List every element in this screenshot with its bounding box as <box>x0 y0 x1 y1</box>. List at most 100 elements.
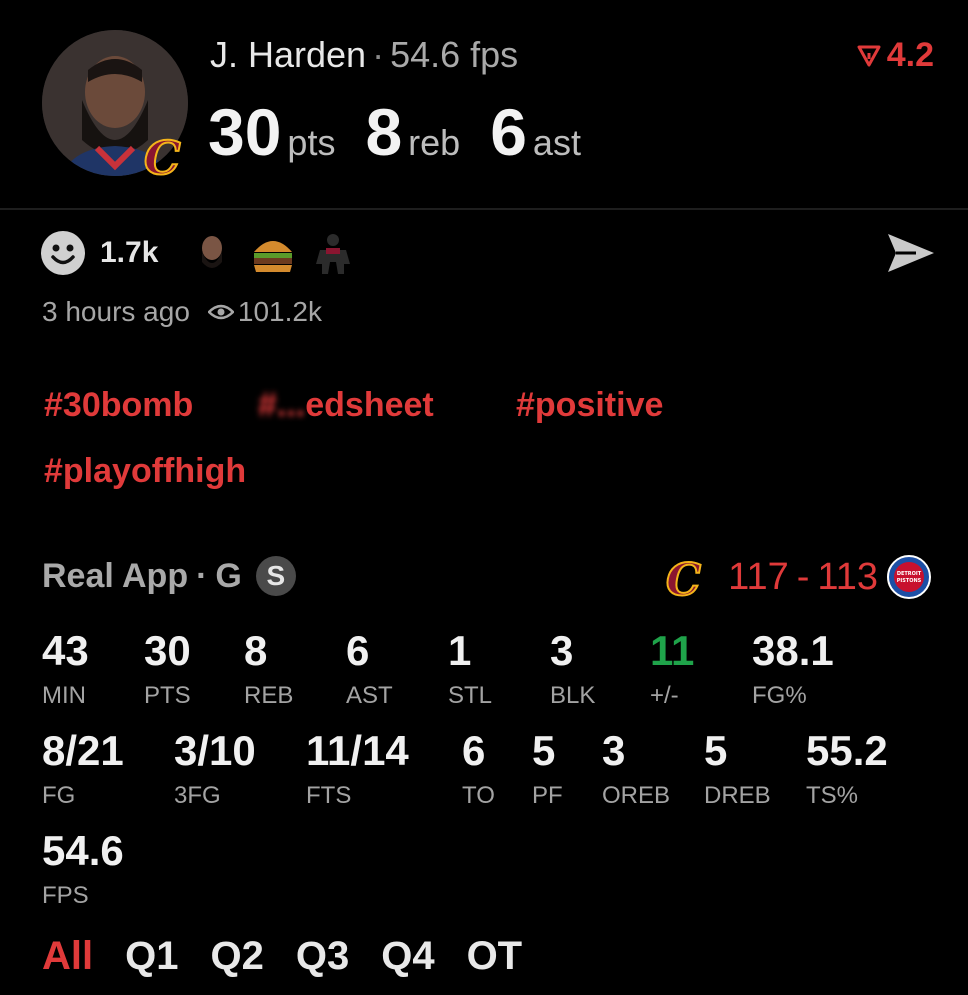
tab-ot[interactable]: OT <box>467 934 523 979</box>
stat-label: FTS <box>306 782 352 809</box>
stat-value: 1 <box>448 627 472 674</box>
stat-value: 55.2 <box>806 727 888 774</box>
stat-value: 30 <box>144 627 191 674</box>
stat-value: 8 <box>244 627 268 674</box>
stat-3fg: 3/10 3FG <box>174 730 256 810</box>
rating-badge[interactable]: 4.2 <box>857 36 934 75</box>
tab-q4[interactable]: Q4 <box>381 934 434 979</box>
stat-oreb: 3 OREB <box>602 730 670 810</box>
rating-value: 4.2 <box>886 36 934 74</box>
view-count-value: 101.2k <box>237 296 322 327</box>
stat-value: 38.1 <box>752 627 834 674</box>
player-name-line: J. Harden · 54.6 fps <box>210 34 518 76</box>
stat-value: 11 <box>650 627 695 674</box>
reactions-bar: 1.7k <box>40 230 356 276</box>
stat-fps: 54.6 FPS <box>42 830 124 910</box>
tab-q2[interactable]: Q2 <box>210 934 263 979</box>
player-fps: 54.6 fps <box>390 34 519 75</box>
game-summary: Real App · G S C 117-113 DETROIT PISTONS <box>42 554 932 604</box>
stat-label: +/- <box>650 682 679 709</box>
game-score[interactable]: C 117-113 DETROIT PISTONS <box>664 554 932 600</box>
view-count: 101.2k <box>207 296 322 328</box>
statline-points-unit: pts <box>287 122 336 163</box>
stat-plus-minus: 11 +/- <box>650 630 694 710</box>
stat-value: 5 <box>532 727 556 774</box>
pistons-logo-icon: DETROIT PISTONS <box>887 555 931 599</box>
stat-label: STL <box>448 682 493 709</box>
post-meta: 3 hours ago 101.2k <box>42 296 322 328</box>
stat-value: 6 <box>346 627 370 674</box>
stat-label: BLK <box>550 682 596 709</box>
stat-ts-pct: 55.2 TS% <box>806 730 888 810</box>
stat-label: TO <box>462 782 495 809</box>
name-separator: · <box>372 34 385 75</box>
player-emoji-icon[interactable] <box>190 230 236 276</box>
player-header: C J. Harden · 54.6 fps 30 pts 8 reb 6 ast 4.2 <box>0 0 968 210</box>
score-dash: - <box>796 555 810 598</box>
stat-label: OREB <box>602 782 671 809</box>
stat-reb: 8 REB <box>244 630 293 710</box>
opponent-score: 113 <box>817 555 878 598</box>
tab-q1[interactable]: Q1 <box>125 934 178 979</box>
player-name[interactable]: J. Harden <box>210 34 366 75</box>
statline-rebounds: 8 <box>365 95 403 169</box>
stat-value: 6 <box>462 727 486 774</box>
tab-q3[interactable]: Q3 <box>296 934 349 979</box>
stat-to: 6 TO <box>462 730 495 810</box>
statline-rebounds-unit: reb <box>408 122 461 163</box>
burger-emoji-icon[interactable] <box>250 230 296 276</box>
stat-value: 11/14 <box>306 727 409 774</box>
cavaliers-logo-icon: C <box>143 130 182 182</box>
stat-label: PTS <box>144 682 191 709</box>
svg-text:C: C <box>666 555 701 599</box>
stat-value: 3 <box>550 627 574 674</box>
stat-blk: 3 BLK <box>550 630 595 710</box>
cavaliers-logo-icon: C <box>665 555 702 599</box>
stat-min: 43 MIN <box>42 630 89 710</box>
hashtag-item[interactable]: #30bomb <box>44 386 193 425</box>
stat-value: 5 <box>704 727 728 774</box>
stat-value: 8/21 <box>42 727 124 774</box>
hashtag-item[interactable]: #playoffhigh <box>44 452 246 491</box>
stat-label: 3FG <box>174 782 221 809</box>
smiley-icon[interactable] <box>40 230 86 276</box>
stat-dreb: 5 DREB <box>704 730 771 810</box>
source-separator: · <box>196 556 208 595</box>
send-icon[interactable] <box>886 232 936 274</box>
stat-value: 43 <box>42 627 89 674</box>
statline-points: 30 <box>208 95 282 169</box>
stat-label: AST <box>346 682 393 709</box>
source-name: Real App <box>42 556 189 595</box>
svg-text:PISTONS: PISTONS <box>897 578 922 584</box>
player-statline: 30 pts 8 reb 6 ast <box>208 94 611 170</box>
starter-badge: S <box>255 556 296 596</box>
stat-value: 54.6 <box>42 827 124 874</box>
svg-text:DETROIT: DETROIT <box>897 571 922 577</box>
hashtag-item[interactable]: #...edsheet <box>258 386 434 425</box>
eye-icon <box>207 304 234 320</box>
stat-value: 3/10 <box>174 727 256 774</box>
stat-label: FG% <box>752 682 807 709</box>
stat-fg: 8/21 FG <box>42 730 124 810</box>
stat-fg-pct: 38.1 FG% <box>752 630 834 710</box>
team-score: 117 <box>728 555 789 598</box>
post-time: 3 hours ago <box>42 296 190 327</box>
stat-label: DREB <box>704 782 771 809</box>
stat-label: MIN <box>42 682 86 709</box>
stat-fts: 11/14 FTS <box>306 730 409 810</box>
stat-label: REB <box>244 682 294 709</box>
statline-assists: 6 <box>490 95 527 169</box>
stat-value: 3 <box>602 727 626 774</box>
stat-label: PF <box>532 782 563 809</box>
stat-pts: 30 PTS <box>144 630 191 710</box>
hashtag-item[interactable]: #positive <box>516 386 663 425</box>
tab-all[interactable]: All <box>42 934 93 979</box>
reaction-count: 1.7k <box>100 236 159 269</box>
player-silhouette-icon[interactable] <box>310 230 356 276</box>
statline-assists-unit: ast <box>532 122 581 163</box>
period-tabs: All Q1 Q2 Q3 Q4 OT <box>42 934 522 979</box>
rating-arrow-icon <box>857 45 881 66</box>
header-divider <box>0 208 968 210</box>
stat-label: TS% <box>806 782 859 809</box>
stat-label: FPS <box>42 882 89 909</box>
